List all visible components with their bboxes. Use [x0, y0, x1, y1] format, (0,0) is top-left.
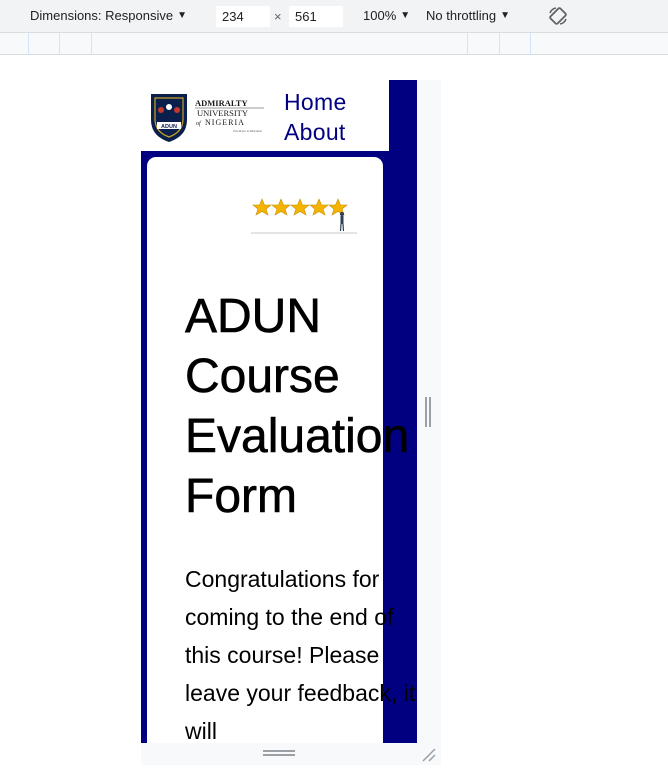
svg-text:ADUN: ADUN	[161, 124, 177, 130]
intro-text: Congratulations for coming to the end of…	[185, 566, 389, 743]
zoom-label: 100%	[363, 8, 397, 23]
nav-home-link[interactable]: Home	[284, 89, 347, 116]
chevron-down-icon: ▼	[400, 10, 411, 21]
rating-stars-illustration	[251, 198, 357, 234]
page-viewport: ADUN ADMIRALTY UNIVERSITY of NIGERIA Exc…	[141, 80, 389, 743]
content-card: ADUN Course Evaluation Form Congratulati…	[147, 157, 389, 743]
right-resize-handle[interactable]	[425, 397, 431, 427]
throttling-dropdown[interactable]: No throttling ▼	[426, 8, 510, 23]
navbar: ADUN ADMIRALTY UNIVERSITY of NIGERIA Exc…	[141, 80, 389, 151]
media-query-ruler[interactable]	[0, 33, 668, 55]
dimensions-dropdown[interactable]: Dimensions: Responsive ▼	[30, 8, 187, 23]
device-toolbar: Dimensions: Responsive ▼ × 100% ▼ No thr…	[0, 0, 668, 33]
title-overflow-text: ADUN Course Evaluation Form	[389, 410, 410, 464]
bottom-resize-gutter	[141, 743, 441, 765]
chevron-down-icon: ▼	[500, 10, 510, 21]
svg-text:UNIVERSITY: UNIVERSITY	[197, 108, 248, 118]
svg-text:Excellence in Education: Excellence in Education	[232, 129, 263, 133]
dimensions-label: Dimensions: Responsive	[30, 8, 174, 23]
times-separator: ×	[274, 9, 282, 24]
page-title: ADUN Course Evaluation Form	[185, 290, 389, 524]
nav-about-link[interactable]: About	[284, 119, 346, 146]
throttling-label: No throttling	[426, 8, 497, 23]
svg-text:ADMIRALTY: ADMIRALTY	[195, 98, 248, 108]
height-input[interactable]	[289, 6, 343, 27]
corner-resize-icon[interactable]	[420, 746, 438, 764]
intro-overflow-text: Congratulations for coming to the end of…	[389, 604, 416, 706]
rotate-icon[interactable]	[547, 5, 569, 27]
svg-text:NIGERIA: NIGERIA	[205, 118, 245, 127]
bottom-resize-handle[interactable]	[263, 750, 295, 756]
chevron-down-icon: ▼	[177, 10, 187, 21]
zoom-dropdown[interactable]: 100% ▼	[363, 8, 410, 23]
svg-text:of: of	[196, 120, 202, 127]
viewport-overflow: ADUN Course Evaluation Form Congratulatio…	[389, 80, 417, 743]
width-input[interactable]	[216, 6, 270, 27]
adun-logo: ADUN ADMIRALTY UNIVERSITY of NIGERIA Exc…	[151, 94, 264, 142]
